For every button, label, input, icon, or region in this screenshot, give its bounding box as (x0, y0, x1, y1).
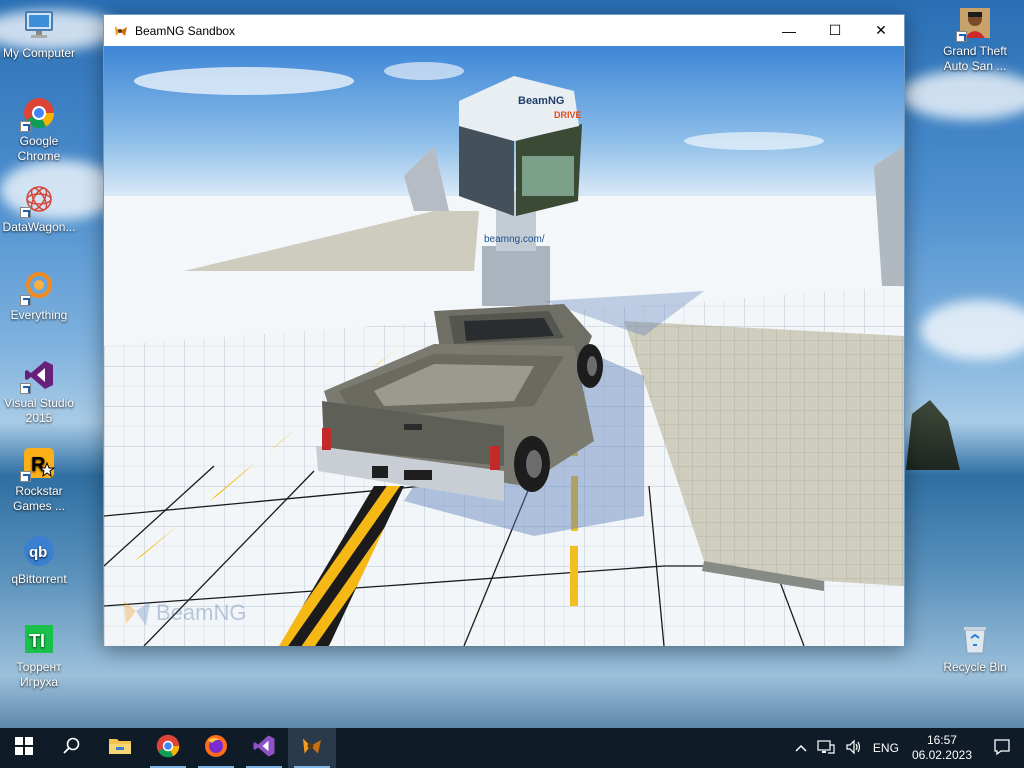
folder-icon (108, 736, 132, 761)
game-viewport[interactable]: beamng.com/ BeamNG DRIVE BeamNG (104, 46, 904, 646)
rockstar-icon: R (20, 446, 56, 482)
svg-text:BeamNG: BeamNG (156, 600, 246, 625)
clock[interactable]: 16:57 06.02.2023 (904, 728, 980, 768)
cloud (134, 67, 354, 95)
taskbar: ENG 16:57 06.02.2023 (0, 728, 1024, 768)
desktop-icon-rockstar[interactable]: R Rockstar Games ... (0, 446, 78, 514)
shortcut-arrow-icon (20, 295, 31, 306)
speaker-icon (845, 739, 863, 758)
desktop-icon-label: Grand Theft Auto San ... (943, 44, 1007, 73)
window-titlebar[interactable]: BeamNG Sandbox — ☐ ✕ (104, 15, 904, 46)
windows-icon (15, 736, 33, 760)
desktop-icon-gta-san-andreas[interactable]: Grand Theft Auto San ... (936, 6, 1014, 74)
shortcut-arrow-icon (20, 207, 31, 218)
cloud (920, 300, 1024, 360)
notifications-button[interactable] (980, 728, 1024, 768)
taskbar-visual-studio[interactable] (240, 728, 288, 768)
desktop-icon-label: Rockstar Games ... (12, 484, 65, 513)
visual-studio-icon (252, 734, 276, 763)
recycle-bin-icon (958, 622, 992, 656)
start-button[interactable] (0, 728, 48, 768)
cloud (900, 70, 1024, 120)
taskbar-beamng[interactable] (288, 728, 336, 768)
taskbar-chrome[interactable] (144, 728, 192, 768)
beamng-icon (113, 23, 129, 39)
desktop-icon-google-chrome[interactable]: Google Chrome (0, 96, 78, 164)
search-icon (63, 737, 81, 760)
svg-text:TI: TI (29, 631, 45, 651)
show-hidden-icons-button[interactable] (790, 728, 812, 768)
shortcut-arrow-icon (956, 31, 967, 42)
beamng-window[interactable]: BeamNG Sandbox — ☐ ✕ beamng.com/ BeamNG … (103, 14, 905, 646)
desktop-icon-label: qBittorrent (11, 572, 67, 586)
rock-island (906, 400, 960, 470)
desktop-icon-torrent-igruha[interactable]: TI Торрент Игруха (0, 622, 78, 690)
shortcut-arrow-icon (20, 471, 31, 482)
everything-icon (20, 270, 56, 306)
language-indicator[interactable]: ENG (868, 728, 904, 768)
taskbar-firefox[interactable] (192, 728, 240, 768)
desktop-icon-recycle-bin[interactable]: Recycle Bin (936, 622, 1014, 675)
computer-icon (22, 8, 56, 42)
search-button[interactable] (48, 728, 96, 768)
minimize-button[interactable]: — (766, 15, 812, 46)
desktop-icon-qbittorrent[interactable]: qb qBittorrent (0, 534, 78, 587)
desktop-icon-visual-studio[interactable]: Visual Studio 2015 (0, 358, 78, 426)
close-button[interactable]: ✕ (858, 15, 904, 46)
qbittorrent-icon: qb (22, 534, 56, 568)
maximize-button[interactable]: ☐ (812, 15, 858, 46)
window-title: BeamNG Sandbox (135, 23, 236, 38)
game-scene: beamng.com/ BeamNG DRIVE BeamNG (104, 46, 904, 646)
desktop-icon-label: Google Chrome (17, 134, 61, 163)
desktop-icon-my-computer[interactable]: My Computer (0, 8, 78, 61)
pillar-text: beamng.com/ (484, 234, 545, 245)
desktop-icon-everything[interactable]: Everything (0, 270, 78, 323)
taskbar-file-explorer[interactable] (96, 728, 144, 768)
desktop-icon-label: Торрент Игруха (16, 660, 62, 689)
beamng-icon (300, 734, 324, 763)
billboard-brand: BeamNG (518, 95, 564, 107)
desktop-icon-label: My Computer (2, 46, 76, 60)
network-button[interactable] (812, 728, 840, 768)
volume-button[interactable] (840, 728, 868, 768)
desktop-icon-label: DataWagon... (2, 220, 76, 234)
billboard-suffix: DRIVE (554, 110, 582, 120)
desktop-icon-label: Everything (10, 308, 68, 322)
chevron-up-icon (795, 741, 807, 755)
clock-time: 16:57 (926, 733, 957, 747)
datawagon-icon (20, 182, 56, 218)
svg-text:qb: qb (29, 544, 47, 561)
desktop-icon-datawagon[interactable]: DataWagon... (0, 182, 78, 235)
torrent-igruha-icon: TI (22, 622, 56, 656)
system-tray: ENG 16:57 06.02.2023 (790, 728, 1024, 768)
visual-studio-icon (20, 358, 56, 394)
cloud (684, 132, 824, 150)
desktop-icon-label: Visual Studio 2015 (4, 396, 74, 425)
shortcut-arrow-icon (20, 121, 31, 132)
cloud (384, 62, 464, 80)
chrome-icon (156, 734, 180, 763)
gta-icon (956, 6, 992, 42)
shortcut-arrow-icon (20, 383, 31, 394)
chrome-icon (20, 96, 56, 132)
clock-date: 06.02.2023 (911, 748, 972, 762)
desktop-icon-label: Recycle Bin (943, 660, 1007, 674)
firefox-icon (204, 734, 228, 763)
network-icon (817, 739, 835, 758)
notification-icon (993, 738, 1011, 759)
